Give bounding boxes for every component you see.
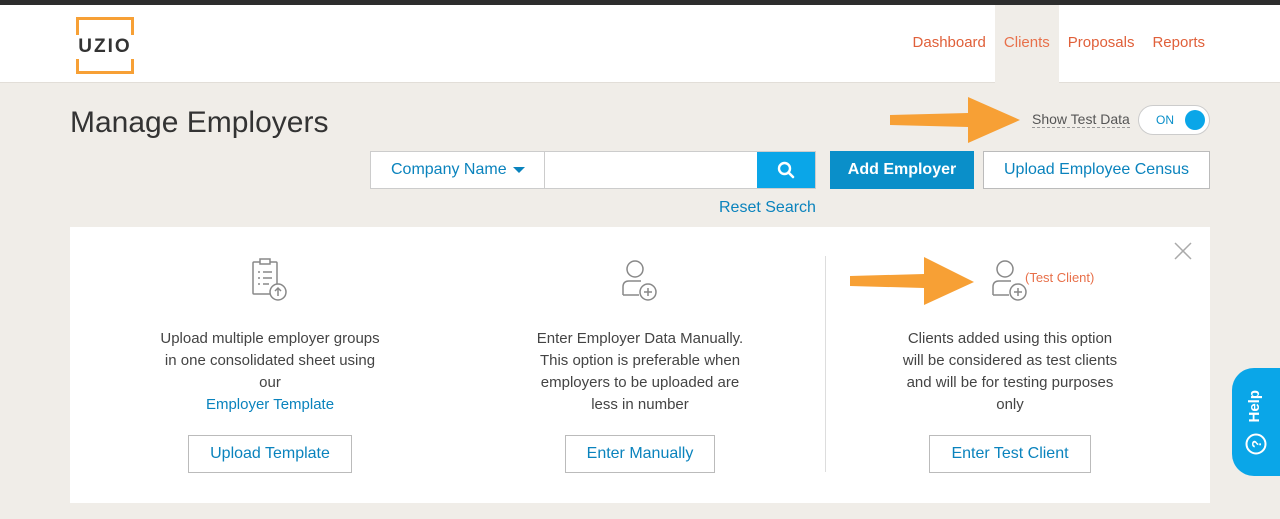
test-client-badge: (Test Client) — [1025, 270, 1095, 285]
nav-dashboard[interactable]: Dashboard — [904, 5, 995, 83]
close-icon[interactable] — [1173, 241, 1193, 261]
search-field-select[interactable]: Company Name — [371, 152, 545, 188]
description-line: in one consolidated sheet using — [164, 352, 376, 369]
description-line: and will be for testing purposes — [906, 374, 1114, 391]
search-bar: Company Name — [370, 151, 816, 189]
test-data-toggle[interactable]: ON — [1138, 105, 1210, 135]
search-button[interactable] — [757, 152, 815, 188]
description-line: our — [259, 374, 281, 391]
toggle-knob[interactable] — [1185, 110, 1205, 130]
show-test-data-label: Show Test Data — [1032, 111, 1130, 128]
caret-down-icon — [512, 167, 525, 173]
search-icon — [777, 161, 795, 179]
option-test-client: Clients added using this option will be … — [890, 227, 1130, 503]
main-nav: Dashboard Clients Proposals Reports — [904, 5, 1214, 83]
nav-clients[interactable]: Clients — [994, 5, 1059, 83]
reset-search-link[interactable]: Reset Search — [719, 199, 816, 217]
question-circle-icon: ? — [1245, 433, 1267, 455]
description-line: Upload multiple employer groups — [160, 330, 380, 347]
nav-reports[interactable]: Reports — [1143, 5, 1214, 83]
description-line: This option is preferable when — [539, 352, 741, 369]
add-employer-button[interactable]: Add Employer — [830, 151, 974, 189]
logo-text[interactable]: UZIO — [76, 35, 134, 59]
svg-text:?: ? — [1249, 440, 1264, 448]
option-template: Upload multiple employer groups in one c… — [150, 227, 390, 503]
nav-proposals[interactable]: Proposals — [1059, 5, 1144, 83]
enter-test-client-button[interactable]: Enter Test Client — [929, 435, 1091, 473]
description-line: will be considered as test clients — [902, 352, 1118, 369]
user-add-icon — [622, 260, 657, 301]
page-title: Manage Employers — [70, 106, 329, 139]
description-line: less in number — [591, 396, 689, 413]
description-line: only — [996, 396, 1024, 413]
search-input[interactable] — [545, 152, 757, 188]
description-line: employers to be uploaded are — [540, 374, 740, 391]
option-manual: Enter Employer Data Manually. This optio… — [520, 227, 760, 503]
help-label: Help — [1246, 390, 1263, 423]
header: UZIO Dashboard Clients Proposals Reports — [0, 5, 1280, 83]
enter-manually-button[interactable]: Enter Manually — [565, 435, 715, 473]
help-tab[interactable]: Help ? — [1232, 368, 1280, 476]
option-test-description: Clients added using this option will be … — [890, 328, 1130, 416]
option-manual-description: Enter Employer Data Manually. This optio… — [520, 328, 760, 416]
add-options-card: Upload multiple employer groups in one c… — [70, 227, 1210, 503]
description-line: Enter Employer Data Manually. — [536, 330, 744, 347]
search-field-value: Company Name — [391, 161, 507, 178]
upload-template-button[interactable]: Upload Template — [188, 435, 352, 473]
option-template-description: Upload multiple employer groups in one c… — [150, 328, 390, 416]
column-divider — [825, 256, 826, 472]
upload-census-button[interactable]: Upload Employee Census — [983, 151, 1210, 189]
employer-template-link[interactable]: Employer Template — [150, 394, 390, 416]
clipboard-upload-icon — [252, 258, 287, 301]
toggle-state: ON — [1156, 113, 1174, 127]
arrow-right-icon — [890, 97, 1020, 143]
description-line: Clients added using this option — [907, 330, 1113, 347]
